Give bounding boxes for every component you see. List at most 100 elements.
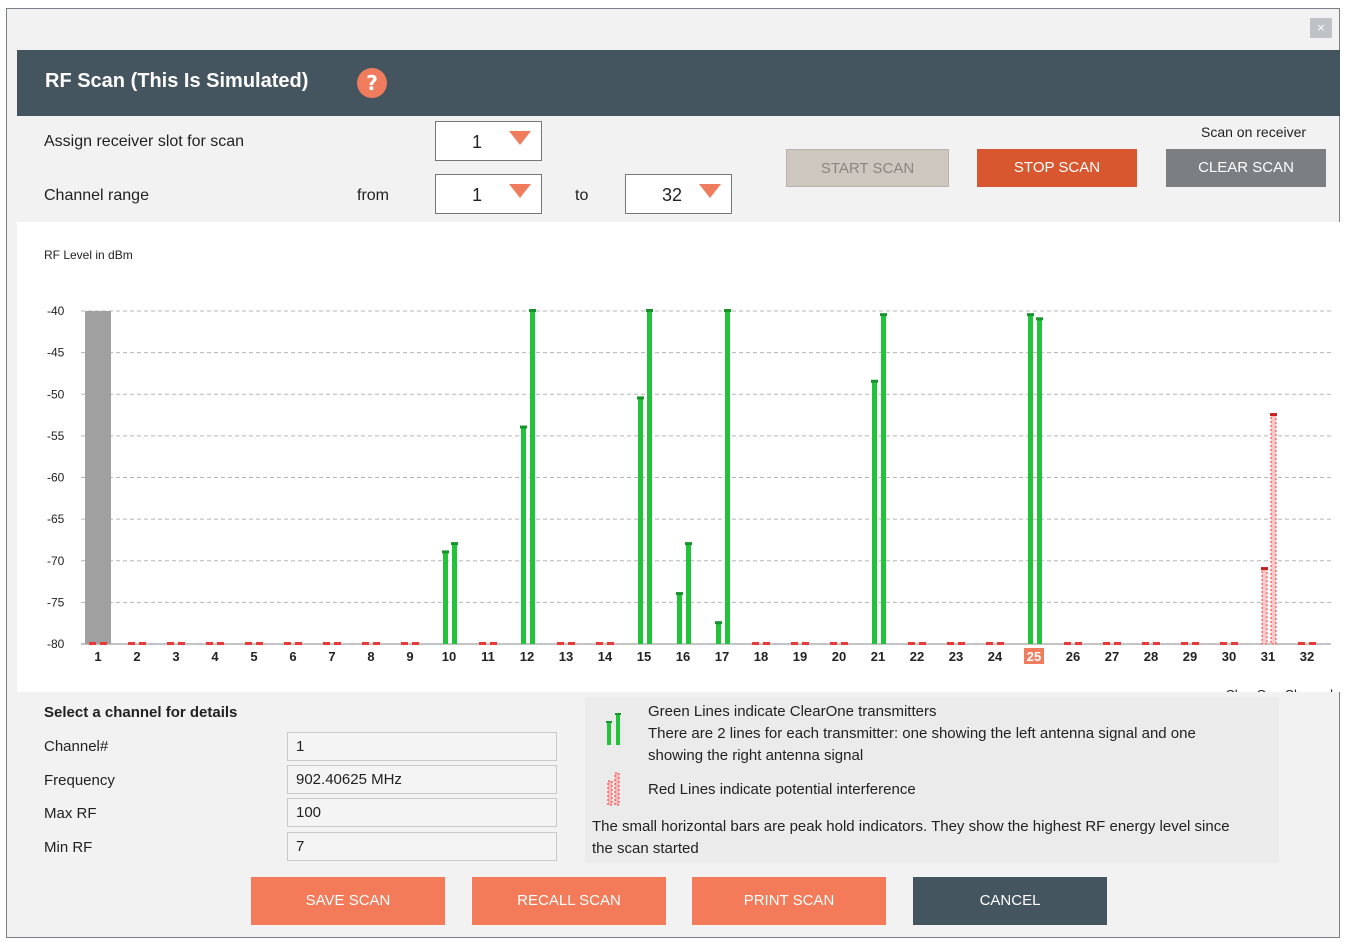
peak-hold-marker [128, 642, 135, 645]
peak-hold-marker [451, 542, 458, 546]
min-rf-field[interactable]: 7 [287, 832, 557, 861]
channel-from-select[interactable]: 1 [435, 174, 542, 214]
x-tick-label: 7 [328, 649, 335, 664]
x-tick-label: 32 [1300, 649, 1314, 664]
x-tick-label: 28 [1144, 649, 1158, 664]
peak-hold-marker [1309, 642, 1316, 645]
peak-hold-marker [520, 425, 527, 429]
peak-hold-marker [362, 642, 369, 645]
peak-hold-marker [1064, 642, 1071, 645]
peak-hold-marker [557, 642, 564, 645]
peak-hold-marker [646, 309, 653, 312]
question-icon[interactable]: ? [357, 68, 387, 98]
x-tick-label: 8 [367, 649, 374, 664]
y-tick-label: -65 [47, 512, 65, 526]
y-axis-label: RF Level in dBm [44, 248, 133, 262]
signal-bar [725, 311, 730, 644]
peak-hold-marker [167, 642, 174, 645]
channel-range-label: Channel range [44, 187, 149, 204]
clear-scan-button[interactable]: CLEAR SCAN [1166, 149, 1326, 187]
peak-hold-marker [871, 379, 878, 383]
peak-hold-marker [880, 313, 887, 317]
from-label: from [357, 187, 389, 204]
max-rf-field[interactable]: 100 [287, 798, 557, 827]
peak-hold-marker [217, 642, 224, 645]
close-icon[interactable]: × [1310, 18, 1332, 38]
slot-label: Assign receiver slot for scan [44, 133, 245, 150]
scan-on-receiver-label: Scan on receiver [1201, 124, 1307, 140]
x-tick-label: 5 [250, 649, 257, 664]
rf-scan-dialog: × RF Scan (This Is Simulated) ? Assign r… [6, 8, 1340, 938]
peak-hold-marker [830, 642, 837, 645]
recall-scan-button[interactable]: RECALL SCAN [472, 877, 666, 925]
channel-to-select[interactable]: 32 [625, 174, 732, 214]
peak-hold-marker [568, 642, 575, 645]
signal-bar [1037, 319, 1042, 644]
signal-bar [647, 311, 652, 644]
channel-number-field[interactable]: 1 [287, 732, 557, 761]
start-scan-button[interactable]: START SCAN [786, 149, 949, 187]
signal-bar [1270, 414, 1277, 645]
x-tick-label: 14 [598, 649, 613, 664]
peak-hold-marker [1298, 642, 1305, 645]
peak-hold-marker [1192, 642, 1199, 645]
signal-bar [521, 427, 526, 644]
peak-hold-marker [206, 642, 213, 645]
peak-hold-marker [802, 642, 809, 645]
details-title: Select a channel for details [44, 704, 238, 721]
peak-hold-marker [1114, 642, 1121, 645]
frequency-field[interactable]: 902.40625 MHz [287, 765, 557, 794]
legend-green-desc-2: showing the right antenna signal [648, 747, 864, 764]
y-tick-label: -40 [47, 304, 65, 318]
stop-scan-button[interactable]: STOP SCAN [977, 149, 1137, 187]
peak-hold-marker [724, 309, 731, 312]
peak-hold-marker [442, 550, 449, 554]
y-tick-label: -75 [47, 595, 65, 609]
signal-bar [686, 544, 691, 644]
peak-hold-marker [323, 642, 330, 645]
x-tick-label: 13 [559, 649, 573, 664]
legend-peak-desc-2: the scan started [592, 840, 699, 857]
cancel-button[interactable]: CANCEL [913, 877, 1107, 925]
receiver-slot-select[interactable]: 1 [435, 121, 542, 161]
peak-hold-marker [685, 542, 692, 546]
x-tick-label: 19 [793, 649, 807, 664]
x-tick-label: 1 [94, 649, 101, 664]
signal-bar [716, 623, 721, 644]
signal-bar [872, 381, 877, 644]
x-tick-label: 11 [481, 649, 495, 664]
x-tick-label: 25 [1027, 649, 1041, 664]
legend-green-title: Green Lines indicate ClearOne transmitte… [648, 703, 937, 720]
peak-hold-marker [676, 592, 683, 596]
x-tick-label: 16 [676, 649, 690, 664]
save-scan-button[interactable]: SAVE SCAN [251, 877, 445, 925]
peak-hold-marker [763, 642, 770, 645]
peak-hold-marker [1220, 642, 1227, 645]
peak-hold-marker [373, 642, 380, 645]
channel-to-value: 32 [662, 185, 683, 205]
legend-peak-desc-1: The small horizontal bars are peak hold … [592, 818, 1230, 835]
peak-hold-marker [841, 642, 848, 645]
x-tick-label: 12 [520, 649, 534, 664]
peak-hold-marker [1103, 642, 1110, 645]
rf-chart: RF Level in dBm -40 -45 -50 -55 -60 -65 -70 -75 -… [17, 222, 1340, 692]
to-label: to [575, 187, 589, 204]
frequency-label: Frequency [44, 772, 115, 789]
x-tick-label: 29 [1183, 649, 1197, 664]
peak-hold-marker [1153, 642, 1160, 645]
peak-hold-marker [334, 642, 341, 645]
chevron-down-icon [509, 131, 531, 145]
x-tick-label: 30 [1222, 649, 1236, 664]
signal-bar [881, 315, 886, 644]
x-tick-label: 15 [637, 649, 651, 664]
peak-hold-marker [1261, 567, 1268, 571]
signal-bar [677, 594, 682, 644]
peak-hold-marker [139, 642, 146, 645]
peak-hold-marker [715, 621, 722, 625]
peak-hold-marker [401, 642, 408, 645]
peak-hold-marker [1036, 317, 1043, 321]
print-scan-button[interactable]: PRINT SCAN [692, 877, 886, 925]
x-tick-label: 3 [172, 649, 179, 664]
peak-hold-marker [295, 642, 302, 645]
signal-bar [443, 552, 448, 644]
